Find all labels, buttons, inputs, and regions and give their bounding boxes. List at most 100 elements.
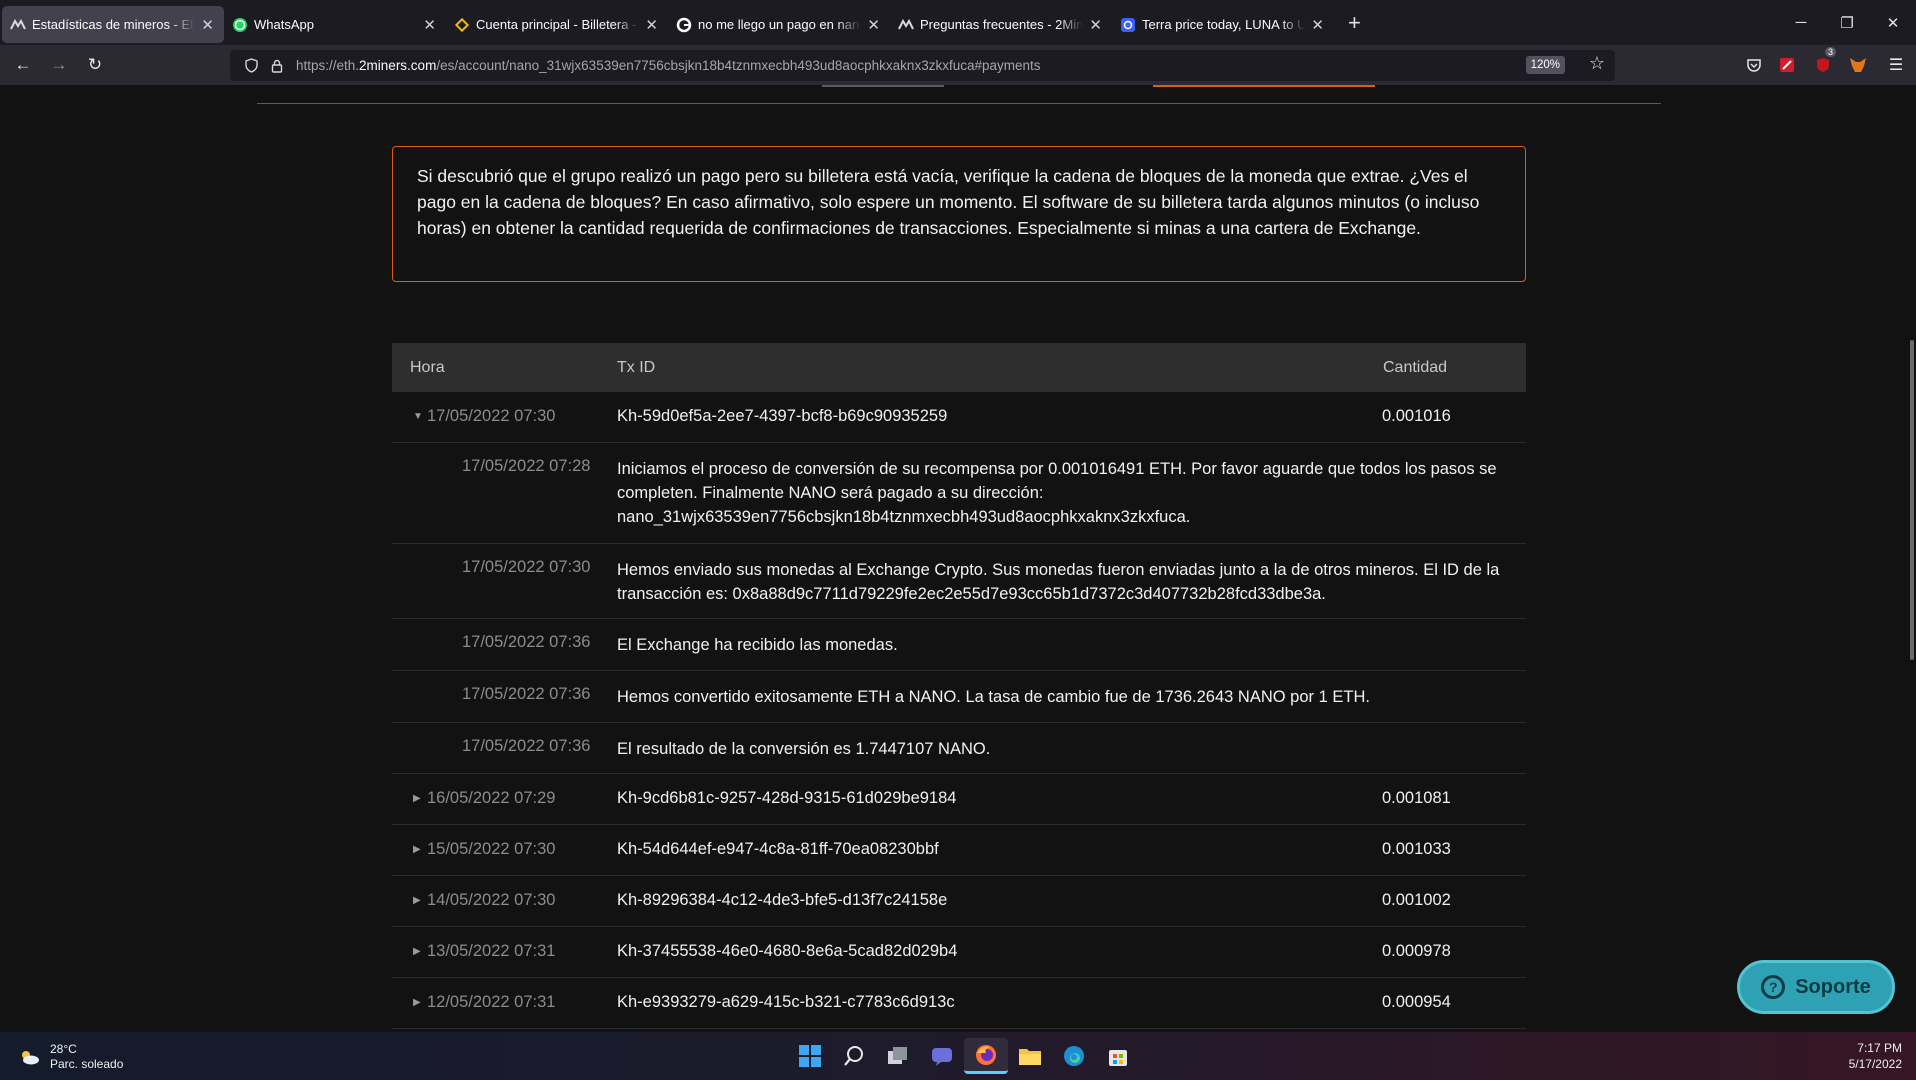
row-time: 15/05/2022 07:30 — [427, 840, 556, 858]
back-arrow-icon[interactable]: ← — [5, 55, 41, 75]
tab-whatsapp[interactable]: WhatsApp ✕ — [224, 6, 446, 43]
payments-table: Hora Tx ID Cantidad ▼ 17/05/2022 07:30 K… — [392, 343, 1526, 1029]
row-amount: 0.000978 — [1382, 942, 1451, 960]
close-tab-icon[interactable]: ✕ — [201, 16, 214, 34]
conversion-step: 17/05/2022 07:28 Iniciamos el proceso de… — [392, 443, 1526, 544]
bookmark-star-icon[interactable]: ☆ — [1589, 53, 1605, 74]
extension-red-icon[interactable] — [1776, 53, 1798, 77]
minimize-icon[interactable]: ─ — [1778, 0, 1824, 45]
windows-taskbar: 28°C Parc. soleado 7:17 PM 5/17/2022 — [0, 1032, 1916, 1080]
table-row-expanded[interactable]: ▼ 17/05/2022 07:30 Kh-59d0ef5a-2ee7-4397… — [392, 392, 1526, 443]
weather-condition: Parc. soleado — [50, 1057, 124, 1071]
scrollbar-thumb[interactable] — [1910, 340, 1914, 660]
table-row[interactable]: ▶ 14/05/2022 07:30 Kh-89296384-4c12-4de3… — [392, 876, 1526, 927]
table-row[interactable]: ▶ 15/05/2022 07:30 Kh-54d644ef-e947-4c8a… — [392, 825, 1526, 876]
caret-right-icon[interactable]: ▶ — [413, 946, 421, 957]
support-button[interactable]: ? Soporte — [1737, 960, 1895, 1014]
caret-right-icon[interactable]: ▶ — [413, 895, 421, 906]
step-time: 17/05/2022 07:28 — [462, 457, 591, 475]
firefox-icon[interactable] — [964, 1038, 1008, 1074]
file-explorer-icon[interactable] — [1008, 1038, 1052, 1074]
row-txid: Kh-e9393279-a629-415c-b321-c7783c6d913c — [617, 993, 955, 1011]
clock-date: 5/17/2022 — [1848, 1057, 1902, 1071]
row-time: 13/05/2022 07:31 — [427, 942, 556, 960]
header-cantidad: Cantidad — [1383, 358, 1448, 376]
binance-icon — [454, 17, 470, 33]
close-window-icon[interactable]: ✕ — [1870, 0, 1916, 45]
row-txid: Kh-9cd6b81c-9257-428d-9315-61d029be9184 — [617, 789, 957, 807]
table-row[interactable]: ▶ 12/05/2022 07:31 Kh-e9393279-a629-415c… — [392, 978, 1526, 1029]
tab-binance[interactable]: Cuenta principal - Billetera - Binance ✕ — [446, 6, 668, 43]
pocket-icon[interactable] — [1743, 53, 1765, 77]
step-message: El Exchange ha recibido las monedas. — [617, 636, 898, 654]
shield-icon[interactable] — [238, 58, 264, 73]
edge-icon[interactable] — [1052, 1038, 1096, 1074]
tab-estadisticas[interactable]: Estadísticas de mineros - El mejor ✕ — [2, 6, 224, 43]
tab-terra[interactable]: Terra price today, LUNA to USD ✕ — [1112, 6, 1334, 43]
caret-right-icon[interactable]: ▶ — [413, 997, 421, 1008]
clock-time: 7:17 PM — [1857, 1041, 1902, 1055]
step-time: 17/05/2022 07:36 — [462, 633, 591, 651]
tab-title: Estadísticas de mineros - El mejor — [32, 17, 195, 32]
tab-preguntas[interactable]: Preguntas frecuentes - 2Miners ✕ — [890, 6, 1112, 43]
weather-temperature: 28°C — [50, 1042, 77, 1056]
url-text: https://eth.2miners.com/es/account/nano_… — [296, 58, 1041, 73]
row-amount: 0.001002 — [1382, 891, 1451, 909]
close-tab-icon[interactable]: ✕ — [1089, 16, 1102, 34]
notice-text: Si descubrió que el grupo realizó un pag… — [417, 166, 1480, 238]
menu-hamburger-icon[interactable]: ☰ — [1885, 53, 1907, 77]
header-hora: Hora — [410, 358, 445, 376]
table-row[interactable]: ▶ 16/05/2022 07:29 Kh-9cd6b81c-9257-428d… — [392, 774, 1526, 825]
microsoft-store-icon[interactable] — [1096, 1038, 1140, 1074]
partly-sunny-icon — [22, 1051, 39, 1065]
table-header: Hora Tx ID Cantidad — [392, 343, 1526, 392]
row-amount: 0.000954 — [1382, 993, 1451, 1011]
caret-right-icon[interactable]: ▶ — [413, 844, 421, 855]
tab-title: Cuenta principal - Billetera - Binance — [476, 17, 639, 32]
row-txid: Kh-37455538-46e0-4680-8e6a-5cad82d029b4 — [617, 942, 958, 960]
close-tab-icon[interactable]: ✕ — [423, 16, 436, 34]
step-message: El resultado de la conversión es 1.74471… — [617, 740, 991, 758]
conversion-step: 17/05/2022 07:36 El resultado de la conv… — [392, 723, 1526, 774]
tab-google[interactable]: no me llego un pago en nano pool ✕ — [668, 6, 890, 43]
conversion-step: 17/05/2022 07:36 El Exchange ha recibido… — [392, 619, 1526, 671]
restore-icon[interactable]: ❐ — [1824, 0, 1870, 45]
support-label: Soporte — [1795, 975, 1871, 998]
window-controls: ─ ❐ ✕ — [1778, 0, 1916, 45]
caret-right-icon[interactable]: ▶ — [413, 793, 421, 804]
whatsapp-icon — [232, 17, 248, 33]
ublock-icon[interactable]: 3 — [1812, 47, 1836, 77]
page-tab-underline — [822, 85, 944, 87]
close-tab-icon[interactable]: ✕ — [645, 16, 658, 34]
new-tab-button[interactable]: + — [1348, 10, 1361, 36]
system-clock[interactable]: 7:17 PM 5/17/2022 — [1849, 1040, 1902, 1072]
tab-title: Preguntas frecuentes - 2Miners — [920, 17, 1084, 32]
forward-arrow-icon[interactable]: → — [41, 55, 77, 75]
page-content: Si descubrió que el grupo realizó un pag… — [0, 85, 1916, 1032]
close-tab-icon[interactable]: ✕ — [1311, 16, 1324, 34]
caret-down-icon[interactable]: ▼ — [413, 411, 423, 422]
close-tab-icon[interactable]: ✕ — [867, 16, 880, 34]
lock-icon[interactable] — [264, 59, 290, 73]
url-domain: 2miners.com — [359, 58, 437, 73]
divider — [257, 103, 1661, 104]
header-txid: Tx ID — [617, 358, 656, 376]
metamask-fox-icon[interactable] — [1847, 53, 1869, 77]
search-icon[interactable] — [832, 1038, 876, 1074]
table-row[interactable]: ▶ 13/05/2022 07:31 Kh-37455538-46e0-4680… — [392, 927, 1526, 978]
zoom-level[interactable]: 120% — [1525, 56, 1565, 74]
google-icon — [676, 17, 692, 33]
weather-widget[interactable]: 28°C Parc. soleado — [18, 1042, 123, 1072]
row-time: 12/05/2022 07:31 — [427, 993, 556, 1011]
reload-icon[interactable]: ↻ — [77, 55, 113, 75]
question-mark-icon: ? — [1761, 975, 1786, 999]
step-time: 17/05/2022 07:36 — [462, 737, 591, 755]
conversion-step: 17/05/2022 07:36 Hemos convertido exitos… — [392, 671, 1526, 723]
task-view-icon[interactable] — [876, 1038, 920, 1074]
address-bar[interactable]: https://eth.2miners.com/es/account/nano_… — [230, 50, 1615, 81]
payment-notice: Si descubrió que el grupo realizó un pag… — [392, 146, 1526, 282]
windows-start-icon[interactable] — [788, 1038, 832, 1074]
teams-chat-icon[interactable] — [920, 1038, 964, 1074]
step-time: 17/05/2022 07:36 — [462, 685, 591, 703]
taskbar-apps — [788, 1038, 1140, 1074]
